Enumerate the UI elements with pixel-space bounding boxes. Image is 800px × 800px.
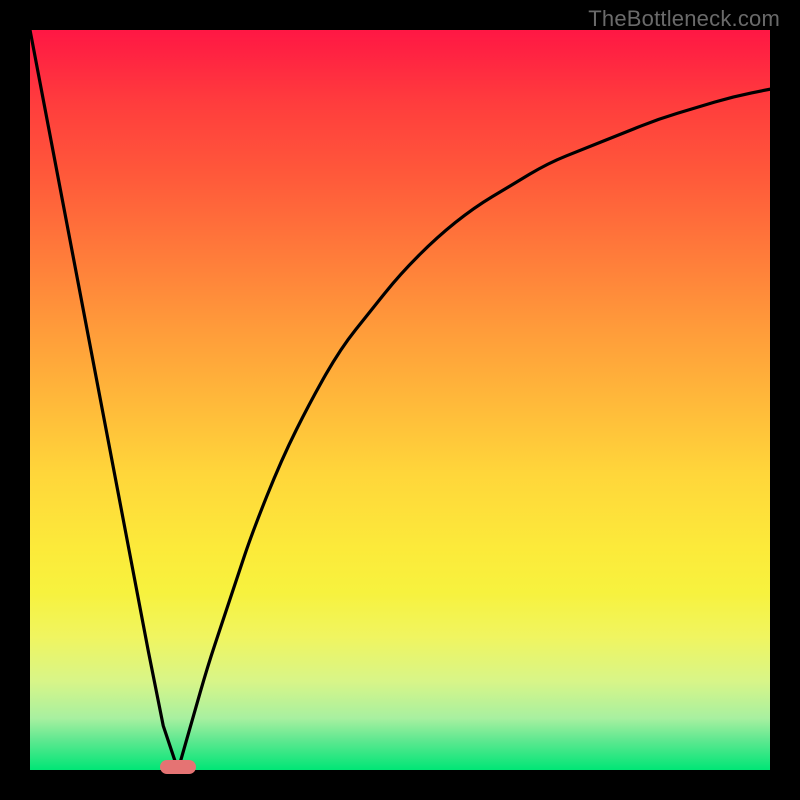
vertex-marker [160, 760, 196, 774]
watermark-text: TheBottleneck.com [588, 6, 780, 32]
bottleneck-curve [30, 30, 770, 770]
curve-svg [30, 30, 770, 770]
plot-area [30, 30, 770, 770]
chart-container: TheBottleneck.com [0, 0, 800, 800]
